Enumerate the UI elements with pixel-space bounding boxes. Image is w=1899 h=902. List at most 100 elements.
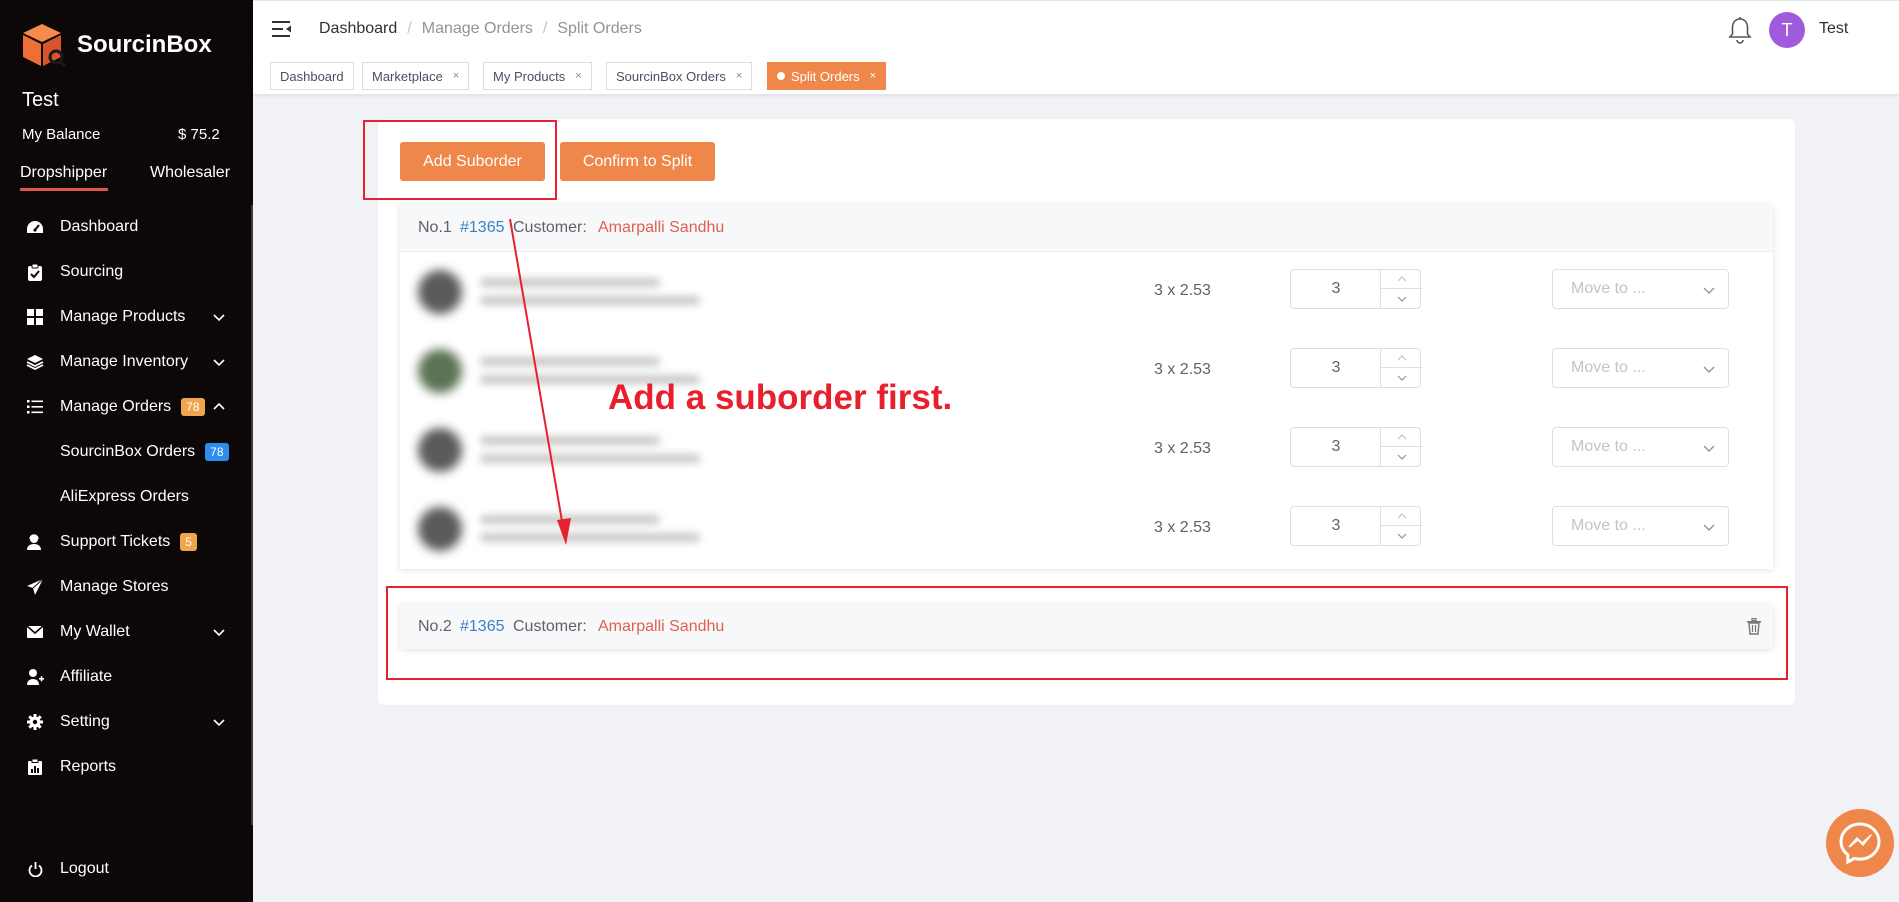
quantity-stepper[interactable]: 3 (1290, 348, 1422, 388)
sidebar-item-label: Affiliate (60, 668, 113, 685)
role-tab-dropshipper[interactable]: Dropshipper (20, 164, 107, 182)
bell-icon[interactable] (1728, 16, 1752, 44)
sidebar: SourcinBox Test My Balance $ 75.2 Dropsh… (0, 0, 253, 902)
chevron-up-icon (1397, 355, 1406, 361)
box-logo-icon (23, 24, 67, 68)
order-item-row: 3 x 2.53 3 Move to ... (400, 410, 1773, 489)
move-to-placeholder: Move to ... (1571, 438, 1646, 455)
chevron-down-icon (1703, 524, 1715, 531)
chevron-down-icon (1703, 445, 1715, 452)
sidebar-item-my-wallet[interactable]: My Wallet (0, 612, 253, 652)
sidebar-item-label: Sourcing (60, 263, 124, 280)
sidebar-item-label: Manage Orders 78 (60, 397, 205, 416)
decrease-button[interactable] (1381, 447, 1422, 466)
sidebar-item-logout[interactable]: Logout (0, 849, 253, 889)
sidebar-item-manage-inventory[interactable]: Manage Inventory (0, 342, 253, 382)
product-thumbnail (418, 270, 462, 314)
messenger-chat-button[interactable] (1826, 809, 1894, 877)
sidebar-item-affiliate[interactable]: Affiliate (0, 657, 253, 697)
breadcrumb-manage-orders[interactable]: Manage Orders (422, 20, 533, 38)
increase-button[interactable] (1381, 270, 1422, 289)
tab-my-products[interactable]: My Products × (483, 62, 592, 90)
item-price: 3 x 2.53 (1154, 361, 1211, 378)
role-tab-wholesaler[interactable]: Wholesaler (150, 164, 230, 182)
sidebar-item-reports[interactable]: Reports (0, 747, 253, 787)
tab-label: SourcinBox Orders (616, 68, 726, 84)
confirm-split-button[interactable]: Confirm to Split (560, 142, 715, 181)
sidebar-item-dashboard[interactable]: Dashboard (0, 207, 253, 247)
sidebar-item-label: AliExpress Orders (60, 488, 189, 505)
customer-name: Amarpalli Sandhu (598, 219, 725, 236)
quantity-stepper[interactable]: 3 (1290, 427, 1422, 467)
chevron-down-icon (1703, 287, 1715, 294)
highlight-new-suborder (386, 586, 1788, 680)
increase-button[interactable] (1381, 428, 1422, 447)
tab-marketplace[interactable]: Marketplace × (362, 62, 470, 90)
sidebar-item-aliexpress-orders[interactable]: AliExpress Orders (0, 477, 253, 517)
tickets-count-badge: 5 (180, 532, 197, 551)
sourcinbox-orders-badge: 78 (205, 442, 229, 461)
chevron-up-icon (213, 402, 225, 410)
move-to-select[interactable]: Move to ... (1552, 427, 1729, 467)
product-thumbnail (418, 428, 462, 472)
order-id-link[interactable]: #1365 (460, 219, 505, 237)
quantity-value[interactable]: 3 (1291, 349, 1381, 387)
item-price: 3 x 2.53 (1154, 519, 1211, 536)
item-price: 3 x 2.53 (1154, 440, 1211, 457)
chevron-down-icon (1397, 375, 1406, 381)
annotation-text: Add a suborder first. (608, 378, 953, 417)
sidebar-item-label: Manage Stores (60, 578, 169, 595)
chevron-down-icon (1397, 296, 1406, 302)
quantity-stepper[interactable]: 3 (1290, 506, 1422, 546)
sidebar-item-label: Manage Products (60, 308, 186, 325)
sidebar-item-sourcinbox-orders[interactable]: SourcinBox Orders 78 (0, 432, 253, 472)
active-dot-icon (777, 72, 785, 80)
chevron-down-icon (213, 314, 225, 322)
increase-button[interactable] (1381, 507, 1422, 526)
breadcrumb-dashboard[interactable]: Dashboard (319, 20, 397, 38)
quantity-value[interactable]: 3 (1291, 428, 1381, 466)
menu-collapse-icon[interactable] (272, 20, 292, 38)
decrease-button[interactable] (1381, 289, 1422, 308)
sidebar-item-label: Logout (60, 860, 109, 877)
quantity-stepper[interactable]: 3 (1290, 269, 1422, 309)
list-icon (26, 398, 44, 416)
sidebar-item-setting[interactable]: Setting (0, 702, 253, 742)
move-to-placeholder: Move to ... (1571, 517, 1646, 534)
close-icon[interactable]: × (453, 70, 459, 82)
sidebar-item-support-tickets[interactable]: Support Tickets 5 (0, 522, 253, 562)
move-to-select[interactable]: Move to ... (1552, 506, 1729, 546)
sidebar-scrollbar[interactable] (251, 205, 253, 825)
sidebar-item-manage-products[interactable]: Manage Products (0, 297, 253, 337)
brand-logo[interactable]: SourcinBox (21, 22, 212, 68)
sidebar-item-manage-orders[interactable]: Manage Orders 78 (0, 387, 253, 427)
tab-sourcinbox-orders[interactable]: SourcinBox Orders × (606, 62, 753, 90)
sidebar-item-label: Dashboard (60, 218, 139, 235)
breadcrumb-separator: / (407, 20, 412, 37)
balance-value: $ 75.2 (178, 126, 220, 143)
decrease-button[interactable] (1381, 526, 1422, 545)
stepper-controls (1380, 428, 1422, 466)
decrease-button[interactable] (1381, 368, 1422, 387)
user-add-icon (26, 668, 44, 686)
close-icon[interactable]: × (575, 70, 581, 82)
move-to-select[interactable]: Move to ... (1552, 269, 1729, 309)
tab-dashboard[interactable]: Dashboard (270, 62, 354, 90)
tab-label: My Products (493, 68, 566, 84)
sidebar-item-manage-stores[interactable]: Manage Stores (0, 567, 253, 607)
tab-split-orders[interactable]: Split Orders × (767, 62, 887, 90)
sidebar-item-label: My Wallet (60, 623, 130, 640)
close-icon[interactable]: × (870, 70, 876, 82)
orders-count-badge: 78 (181, 397, 205, 416)
quantity-value[interactable]: 3 (1291, 507, 1381, 545)
close-icon[interactable]: × (736, 70, 742, 82)
clipboard-check-icon (26, 263, 44, 281)
sidebar-item-sourcing[interactable]: Sourcing (0, 252, 253, 292)
move-to-select[interactable]: Move to ... (1552, 348, 1729, 388)
quantity-value[interactable]: 3 (1291, 270, 1381, 308)
chevron-up-icon (1397, 513, 1406, 519)
increase-button[interactable] (1381, 349, 1422, 368)
sidebar-item-label: Support Tickets 5 (60, 532, 197, 551)
header-user-name[interactable]: Test (1819, 20, 1848, 38)
avatar[interactable]: T (1769, 12, 1805, 48)
